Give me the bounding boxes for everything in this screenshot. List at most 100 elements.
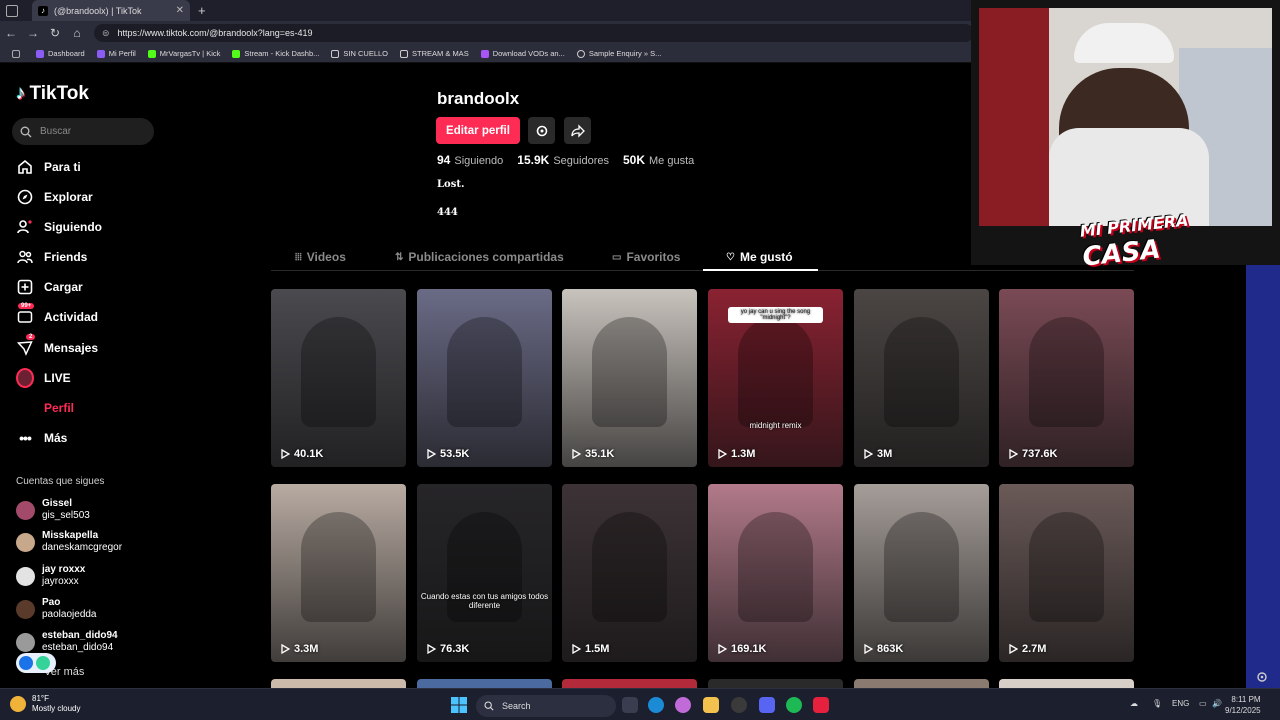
avatar — [16, 566, 35, 586]
video-card[interactable]: 1.5M — [562, 484, 697, 662]
nav-perfil[interactable]: Perfil — [16, 398, 74, 418]
play-icon — [1009, 449, 1018, 459]
url-field[interactable]: ⊜ https://www.tiktok.com/@brandoolx?lang… — [94, 24, 974, 42]
followed-account[interactable]: Misskapella daneskamcgregor — [16, 530, 122, 554]
tab-title: (@brandoolx) | TikTok — [54, 5, 142, 16]
bookmark-item[interactable]: MrVargasTv | Kick — [147, 49, 220, 58]
system-clock[interactable]: 8:11 PM 9/12/2025 — [1225, 694, 1261, 716]
tab-reposts[interactable]: ⇅ Publicaciones compartidas — [395, 243, 564, 271]
nav-mas[interactable]: ••• Más — [16, 428, 67, 448]
video-card[interactable]: 40.1K — [271, 289, 406, 467]
search-input[interactable]: Buscar — [12, 118, 154, 145]
active-tab-indicator — [703, 269, 818, 271]
back-icon[interactable]: ← — [0, 26, 22, 40]
followers-stat[interactable]: 15.9K Seguidores — [517, 153, 609, 167]
bookmarks-menu-icon[interactable] — [12, 49, 24, 58]
reload-icon[interactable]: ↻ — [44, 26, 66, 40]
new-tab-icon[interactable]: + — [198, 3, 206, 18]
microphone-icon[interactable]: 🎙 — [1152, 699, 1162, 708]
nav-actividad[interactable]: 99+ Actividad — [16, 303, 98, 327]
bookmark-item[interactable]: Stream - Kick Dashb... — [232, 49, 319, 58]
share-profile-button[interactable] — [564, 117, 591, 144]
following-accounts-title: Cuentas que sigues — [16, 476, 105, 487]
nav-explorar[interactable]: Explorar — [16, 187, 93, 207]
weather-icon — [10, 696, 26, 712]
followed-account[interactable]: jay roxxx jayroxxx — [16, 564, 85, 588]
video-card[interactable]: 3.3M — [271, 484, 406, 662]
extension-widget[interactable] — [16, 653, 56, 673]
nav-live[interactable]: LIVE — [16, 368, 71, 388]
task-view-icon[interactable] — [622, 697, 638, 713]
nav-mensajes[interactable]: 2 Mensajes — [16, 334, 98, 358]
app-icon[interactable] — [813, 697, 829, 713]
tab-actions-icon[interactable] — [6, 4, 18, 17]
video-card[interactable]: 169.1K — [708, 484, 843, 662]
video-comment-caption: yo jay can u sing the song "midnight"? — [728, 307, 823, 323]
followed-account[interactable]: Gissel gis_sel503 — [16, 498, 90, 522]
video-thumbnail-figure — [884, 512, 959, 622]
settings-button[interactable] — [528, 117, 555, 144]
video-card[interactable]: yo jay can u sing the song "midnight"? mi… — [708, 289, 843, 467]
view-count-text: 1.3M — [731, 448, 756, 460]
close-tab-icon[interactable]: ✕ — [176, 5, 184, 16]
bookmark-folder[interactable]: STREAM & MAS — [400, 49, 469, 58]
copilot-icon[interactable] — [675, 697, 691, 713]
bookmark-folder[interactable]: SIN CUELLO — [331, 49, 388, 58]
tab-videos[interactable]: ⦙⦙⦙ Videos — [295, 243, 346, 271]
tab-favoritos[interactable]: ▭ Favoritos — [612, 243, 680, 271]
obs-icon[interactable] — [731, 697, 747, 713]
language-indicator[interactable]: ENG — [1172, 699, 1189, 708]
page-settings-button[interactable] — [1256, 670, 1268, 688]
volume-icon[interactable]: 🔊 — [1212, 699, 1222, 708]
cloud-icon[interactable]: ☁ — [1130, 699, 1138, 708]
profile-bio-line: Lost. — [437, 179, 465, 190]
site-info-icon[interactable]: ⊜ — [102, 28, 110, 39]
video-card[interactable]: 2.7M — [999, 484, 1134, 662]
bookmark-item[interactable]: Mi Perfil — [96, 49, 136, 58]
play-icon — [718, 644, 727, 654]
view-count: 40.1K — [281, 448, 323, 460]
weather-widget[interactable]: 81°F Mostly cloudy — [10, 694, 80, 714]
view-count: 3.3M — [281, 643, 318, 655]
spotify-icon[interactable] — [786, 697, 802, 713]
network-icon[interactable]: ▭ — [1199, 699, 1207, 708]
home-page-icon[interactable]: ⌂ — [66, 26, 88, 40]
avatar — [16, 500, 35, 520]
friends-icon — [16, 248, 34, 266]
bookmark-icon: ▭ — [612, 251, 622, 263]
video-card[interactable]: 53.5K — [417, 289, 552, 467]
nav-friends[interactable]: Friends — [16, 247, 87, 267]
discord-icon[interactable] — [759, 697, 775, 713]
search-icon — [20, 126, 32, 137]
video-card[interactable]: 737.6K — [999, 289, 1134, 467]
tab-me-gusto[interactable]: ♡ Me gustó — [726, 243, 793, 271]
nav-para-ti[interactable]: Para ti — [16, 157, 81, 177]
profile-bio-line: 444 — [437, 207, 458, 218]
streamer-cap — [1074, 23, 1174, 63]
forward-icon[interactable]: → — [22, 26, 44, 40]
video-card[interactable]: 863K — [854, 484, 989, 662]
nav-cargar[interactable]: Cargar — [16, 277, 83, 297]
bookmark-item[interactable]: Dashboard — [36, 49, 85, 58]
sidebar: ♪ TikTok Buscar Para ti Explorar Siguien… — [0, 63, 210, 688]
browser-tab[interactable]: ♪ (@brandoolx) | TikTok ✕ — [32, 0, 190, 21]
nav-siguiendo[interactable]: Siguiendo — [16, 217, 102, 237]
video-card[interactable]: 35.1K — [562, 289, 697, 467]
following-stat[interactable]: 94 Siguiendo — [437, 153, 503, 167]
tiktok-logo[interactable]: ♪ TikTok — [16, 83, 89, 105]
page-scrollbar[interactable] — [1246, 255, 1280, 688]
video-card[interactable]: 3M — [854, 289, 989, 467]
view-count-text: 737.6K — [1022, 448, 1058, 460]
edge-icon[interactable] — [648, 697, 664, 713]
bookmark-item[interactable]: Sample Enquiry » S... — [576, 49, 661, 58]
file-explorer-icon[interactable] — [703, 697, 719, 713]
compass-icon — [16, 188, 34, 206]
bookmark-item[interactable]: Download VODs an... — [480, 49, 565, 58]
start-button[interactable] — [451, 697, 467, 718]
followed-account[interactable]: Pao paolaojedda — [16, 597, 97, 621]
followed-account[interactable]: esteban_dido94 esteban_dido94 — [16, 630, 118, 654]
view-count: 1.3M — [718, 448, 755, 460]
edit-profile-button[interactable]: Editar perfil — [436, 117, 520, 144]
taskbar-search[interactable]: Search — [476, 695, 616, 717]
video-card[interactable]: Cuando estas con tus amigos todos difere… — [417, 484, 552, 662]
